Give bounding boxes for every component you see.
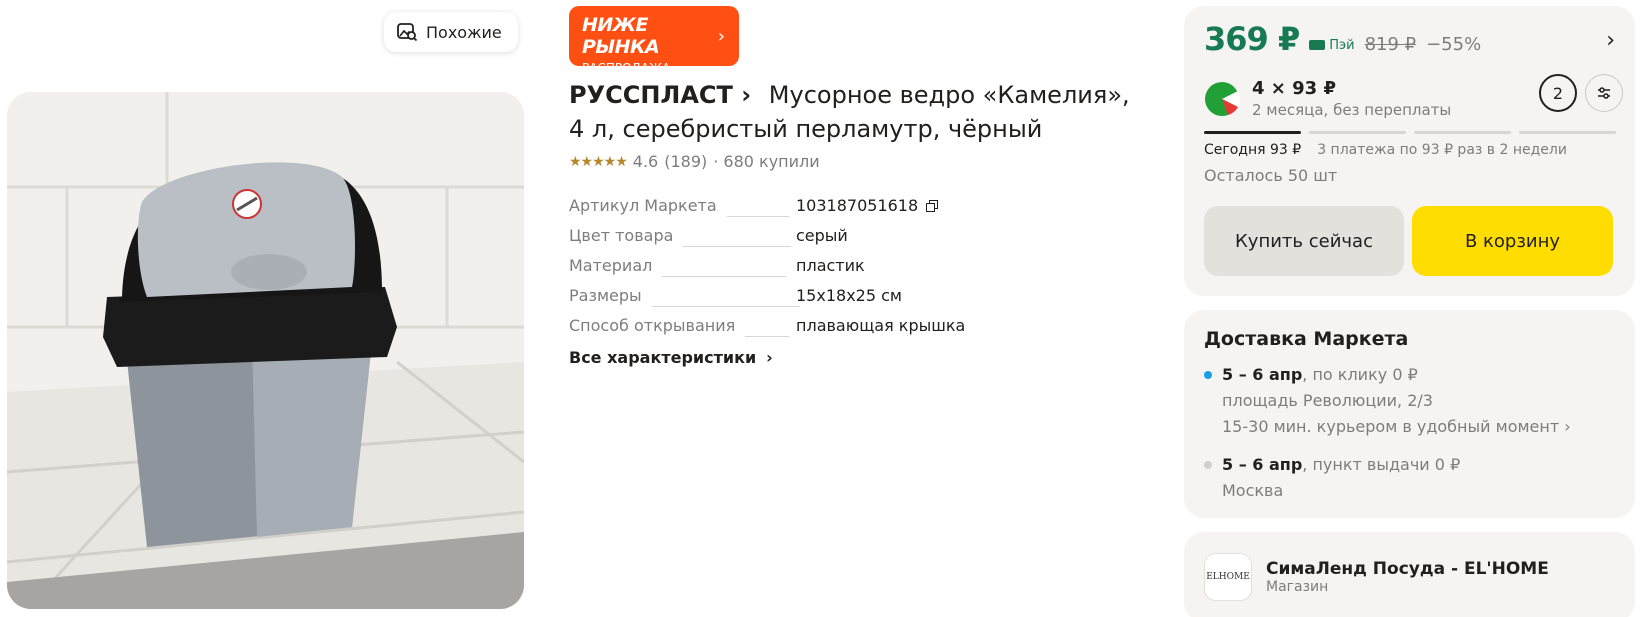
spec-divider (726, 215, 789, 217)
delivery-option[interactable]: 5 – 6 апр, пункт выдачи 0 ₽ Москва (1204, 452, 1615, 504)
delivery-courier-link[interactable]: 15-30 мин. курьером в удобный момент › (1222, 414, 1615, 440)
shop-type: Магазин (1266, 579, 1329, 595)
split-progress (1204, 131, 1616, 134)
shop-card[interactable]: ELHOME СимаЛенд Посуда - EL'HOME Магазин (1184, 532, 1635, 617)
split-period: 2 месяца, без переплаты (1252, 101, 1452, 119)
rating-summary[interactable]: ★★★★★ 4.6 (189) · 680 купили (569, 152, 820, 171)
progress-segment (1309, 131, 1406, 134)
delivery-type: , пункт выдачи (1302, 455, 1430, 474)
spec-value: пластик (796, 256, 865, 275)
shop-info: СимаЛенд Посуда - EL'HOME Магазин (1266, 559, 1549, 595)
spec-divider (745, 335, 790, 337)
spec-divider (651, 305, 800, 307)
delivery-headline: 5 – 6 апр, по клику 0 ₽ (1222, 362, 1615, 388)
similar-label: Похожие (426, 22, 502, 42)
spec-row: Артикул Маркета 103187051618 (569, 196, 1129, 226)
rating-value: 4.6 (632, 152, 659, 171)
pay-text: Пэй (1329, 37, 1355, 53)
discount-percent: −55% (1426, 34, 1482, 55)
split-text: 4 × 93 ₽ 2 месяца, без переплаты (1252, 78, 1451, 119)
payment-rest: 3 платежа по 93 ₽ раз в 2 недели (1317, 142, 1567, 158)
chevron-right-icon: › (766, 348, 773, 367)
spec-row: Размеры 15x18x25 см (569, 286, 1129, 316)
spec-value: серый (796, 226, 848, 245)
rating-stars-icon: ★★★★★ (569, 153, 628, 170)
chevron-right-icon[interactable]: › (1606, 28, 1615, 53)
spec-divider (662, 275, 787, 277)
shop-logo: ELHOME (1204, 553, 1252, 601)
price-card: 369 ₽ Пэй 819 ₽ −55% › 4 × 93 ₽ 2 месяца… (1184, 6, 1635, 296)
stock-remaining: Осталось 50 шт (1204, 166, 1338, 185)
spec-row: Материал пластик (569, 256, 1129, 286)
add-to-cart-button[interactable]: В корзину (1412, 206, 1613, 276)
badge-title: НИЖЕ РЫНКА (582, 14, 660, 58)
buy-now-button[interactable]: Купить сейчас (1204, 206, 1404, 276)
spec-label: Способ открывания (569, 316, 736, 335)
old-price: 819 ₽ (1364, 34, 1417, 55)
sliders-icon (1598, 87, 1610, 99)
image-search-icon (397, 23, 418, 42)
spec-label: Размеры (569, 286, 642, 305)
spec-value: плавающая крышка (796, 316, 966, 335)
sku-value: 103187051618 (796, 196, 919, 215)
split-settings-button[interactable] (1585, 74, 1623, 112)
spec-value: 15x18x25 см (796, 286, 902, 305)
progress-segment (1204, 131, 1301, 134)
product-photo[interactable] (7, 92, 524, 609)
delivery-card: Доставка Маркета 5 – 6 апр, по клику 0 ₽… (1184, 310, 1635, 518)
delivery-price: 0 ₽ (1434, 455, 1461, 474)
delivery-title: Доставка Маркета (1204, 328, 1409, 350)
brand-name: РУССПЛАСТ (569, 81, 733, 109)
split-logo-icon (1205, 81, 1240, 116)
payment-schedule: Сегодня 93 ₽ 3 платежа по 93 ₽ раз в 2 н… (1204, 142, 1567, 158)
current-price: 369 ₽ (1204, 20, 1300, 58)
below-market-badge[interactable]: НИЖЕ РЫНКА РАСПРОДАЖА › (569, 6, 739, 75)
badge-subtitle: РАСПРОДАЖА (582, 61, 671, 75)
trash-bin-image (7, 92, 524, 609)
delivery-option[interactable]: 5 – 6 апр, по клику 0 ₽ площадь Революци… (1204, 362, 1615, 440)
spec-row: Цвет товара серый (569, 226, 1129, 256)
chevron-right-icon: › (717, 26, 725, 47)
spec-divider (683, 245, 792, 247)
split-count-button[interactable]: 2 (1539, 74, 1577, 112)
split-count: 2 (1552, 83, 1564, 103)
delivery-type: , по клику (1302, 365, 1388, 384)
spec-label: Цвет товара (569, 226, 674, 245)
progress-segment (1519, 131, 1616, 134)
delivery-headline: 5 – 6 апр, пункт выдачи 0 ₽ (1222, 452, 1615, 478)
spec-label: Артикул Маркета (569, 196, 717, 215)
specs-list: Артикул Маркета 103187051618 Цвет товара… (569, 196, 1129, 346)
delivery-price: 0 ₽ (1392, 365, 1418, 384)
delivery-date: 5 – 6 апр (1222, 455, 1303, 474)
delivery-date: 5 – 6 апр (1222, 365, 1303, 384)
bought-count: · 680 купили (713, 152, 820, 171)
status-dot-icon (1204, 371, 1212, 379)
similar-button[interactable]: Похожие (384, 12, 518, 52)
all-specs-label: Все характеристики (569, 348, 757, 367)
pay-label: Пэй (1309, 37, 1355, 53)
progress-segment (1414, 131, 1511, 134)
copy-icon[interactable] (926, 199, 939, 212)
spec-label: Материал (569, 256, 653, 275)
shop-name: СимаЛенд Посуда - EL'HOME (1266, 559, 1549, 579)
payment-today: Сегодня 93 ₽ (1204, 142, 1302, 158)
review-count: (189) (664, 152, 708, 171)
spec-value: 103187051618 (796, 196, 939, 215)
spec-row: Способ открывания плавающая крышка (569, 316, 1129, 346)
status-dot-icon (1204, 461, 1212, 469)
card-icon (1309, 40, 1326, 50)
all-specs-link[interactable]: Все характеристики › (569, 348, 773, 367)
delivery-address: площадь Революции, 2/3 (1222, 391, 1433, 410)
brand-link[interactable]: РУССПЛАСТ › (569, 81, 751, 109)
split-amount: 4 × 93 ₽ (1252, 78, 1336, 99)
price-row[interactable]: 369 ₽ Пэй 819 ₽ −55% (1204, 20, 1481, 58)
delivery-city: Москва (1222, 481, 1284, 500)
product-title: РУССПЛАСТ › Мусорное ведро «Камелия», 4 … (569, 78, 1139, 146)
